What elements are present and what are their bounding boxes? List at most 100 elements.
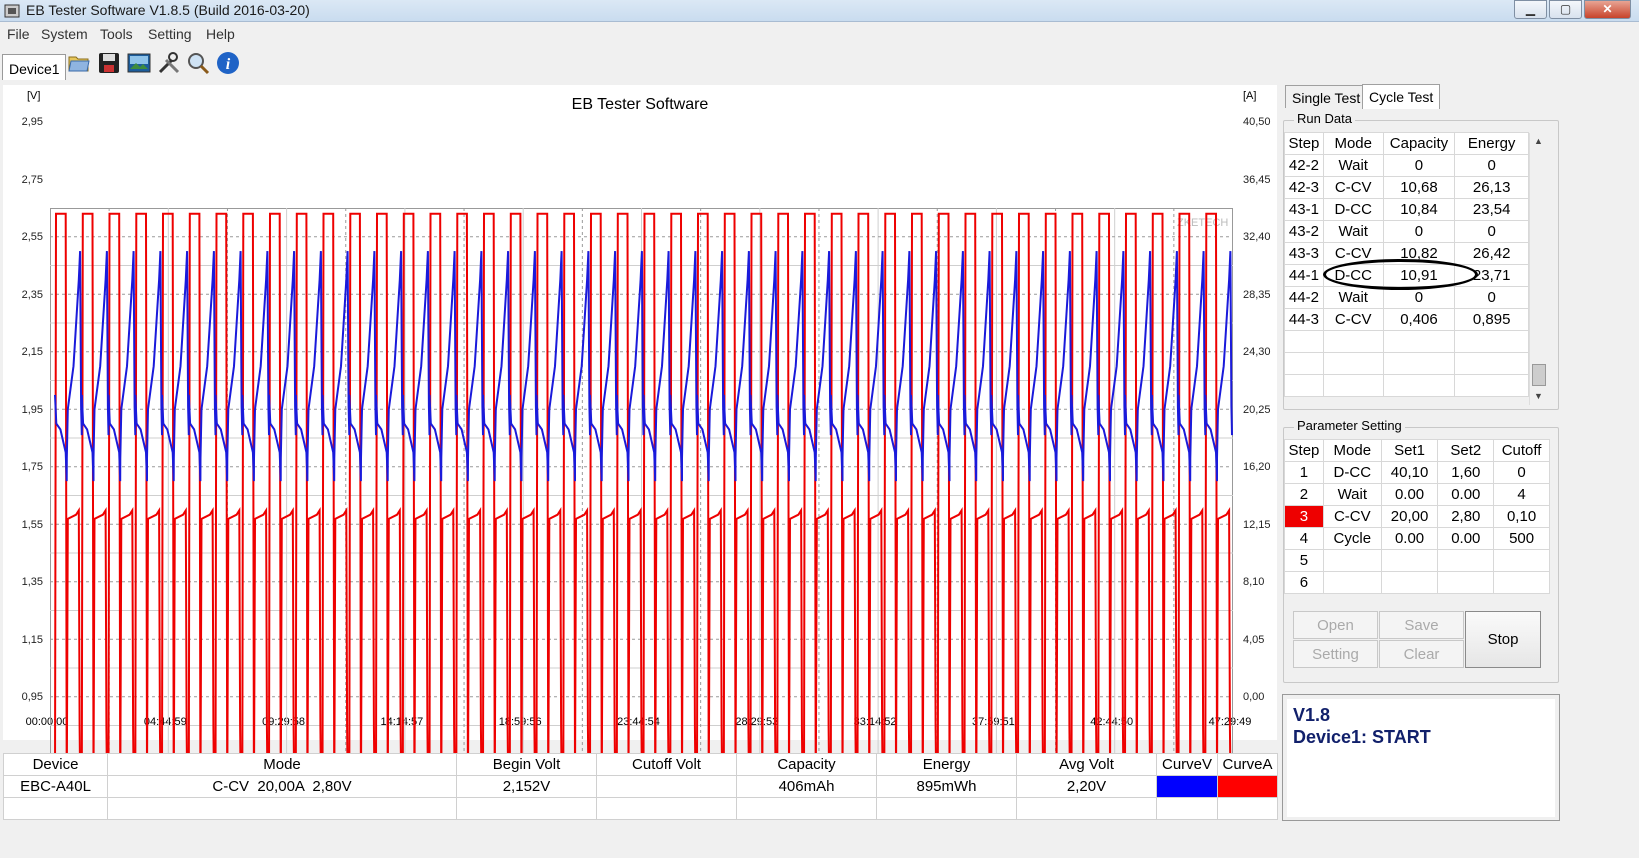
window-title: EB Tester Software V1.8.5 (Build 2016-03… [26,2,310,18]
parameter-row[interactable]: 1 D-CC 40,10 1,60 0 [1284,461,1550,484]
run-data-row[interactable]: 42-2 Wait 0 0 [1284,154,1529,177]
summary-begin-volt: 2,152V [456,775,597,798]
menu-tools[interactable]: Tools [100,26,133,42]
param-set1-cell[interactable]: 0.00 [1380,483,1439,506]
run-data-empty-row [1284,374,1529,397]
open-folder-icon[interactable] [67,51,91,75]
param-step-cell[interactable]: 3 [1284,505,1324,528]
empty-cell [1454,374,1529,397]
param-step-cell[interactable]: 6 [1284,571,1324,594]
param-cutoff-cell[interactable]: 500 [1493,527,1550,550]
param-step-cell[interactable]: 1 [1284,461,1324,484]
param-cutoff-cell[interactable]: 4 [1493,483,1550,506]
param-cutoff-cell[interactable]: 0,10 [1493,505,1550,528]
param-set1-cell[interactable] [1380,549,1439,572]
curvea-color-swatch[interactable] [1217,775,1278,798]
param-set2-cell[interactable]: 0.00 [1437,483,1495,506]
open-button[interactable]: Open [1293,611,1378,639]
param-set1-cell[interactable]: 40,10 [1380,461,1439,484]
col-step: Step [1284,439,1324,462]
summary-header-energy: Energy [876,753,1017,776]
y-right-tick-label: 0,00 [1243,691,1265,703]
run-energy-cell: 26,42 [1454,242,1529,265]
menu-file[interactable]: File [7,26,30,42]
maximize-button[interactable]: ▢ [1549,0,1582,19]
setting-button[interactable]: Setting [1293,640,1378,668]
param-mode-cell[interactable] [1322,571,1382,594]
scroll-thumb[interactable] [1532,364,1546,386]
param-set2-cell[interactable]: 1,60 [1437,461,1495,484]
toolbar: Device1 i [0,46,1639,82]
run-data-row[interactable]: 44-3 C-CV 0,406 0,895 [1284,308,1529,331]
run-mode-cell: Wait [1322,220,1384,243]
empty-cell [1382,330,1456,353]
run-energy-cell: 23,54 [1454,198,1529,221]
run-mode-cell: Wait [1322,286,1384,309]
tools-icon[interactable] [157,51,181,75]
minimize-button[interactable]: ▁ [1514,0,1547,19]
param-step-cell[interactable]: 5 [1284,549,1324,572]
title-bar: EB Tester Software V1.8.5 (Build 2016-03… [0,0,1639,22]
param-mode-cell[interactable]: D-CC [1322,461,1382,484]
status-device-state: Device1: START [1293,727,1431,747]
clear-button[interactable]: Clear [1379,640,1464,668]
save-button[interactable]: Save [1379,611,1464,639]
summary-header-avg-volt: Avg Volt [1016,753,1157,776]
plot-area[interactable] [50,208,1233,783]
svg-text:i: i [226,56,231,73]
param-mode-cell[interactable]: Wait [1322,483,1382,506]
scroll-down-icon[interactable]: ▼ [1530,388,1547,404]
tab-single-test[interactable]: Single Test [1285,85,1368,108]
param-set1-cell[interactable] [1380,571,1439,594]
menu-help[interactable]: Help [206,26,235,42]
curvev-color-swatch[interactable] [1156,775,1218,798]
param-cutoff-cell[interactable] [1493,571,1550,594]
param-mode-cell[interactable] [1322,549,1382,572]
param-set1-cell[interactable]: 0.00 [1380,527,1439,550]
summary-header-curvev: CurveV [1156,753,1218,776]
parameter-row[interactable]: 5 [1284,549,1550,572]
run-energy-cell: 0,895 [1454,308,1529,331]
parameter-table[interactable]: Step Mode Set1 Set2 Cutoff 1 D-CC 40,10 1,6… [1284,439,1550,594]
run-capacity-cell: 10,84 [1382,198,1456,221]
device-tab[interactable]: Device1 [2,54,66,80]
info-icon[interactable]: i [216,51,240,75]
empty-cell [1454,352,1529,375]
param-set1-cell[interactable]: 20,00 [1380,505,1439,528]
chart-title: EB Tester Software [571,96,709,113]
param-mode-cell[interactable]: C-CV [1322,505,1382,528]
run-energy-cell: 0 [1454,220,1529,243]
scroll-up-icon[interactable]: ▲ [1530,133,1547,149]
param-set2-cell[interactable]: 2,80 [1437,505,1495,528]
empty-cell [1284,330,1324,353]
param-step-cell[interactable]: 2 [1284,483,1324,506]
run-data-scrollbar[interactable]: ▲ ▼ [1529,133,1547,405]
zoom-icon[interactable] [186,51,210,75]
parameter-row[interactable]: 6 [1284,571,1550,594]
menu-system[interactable]: System [41,26,88,42]
parameter-row[interactable]: 4 Cycle 0.00 0.00 500 [1284,527,1550,550]
summary-empty-cell [1217,797,1278,820]
run-data-row[interactable]: 42-3 C-CV 10,68 26,13 [1284,176,1529,199]
run-data-row[interactable]: 43-1 D-CC 10,84 23,54 [1284,198,1529,221]
param-set2-cell[interactable] [1437,571,1495,594]
param-cutoff-cell[interactable] [1493,549,1550,572]
y-right-tick-label: 4,05 [1243,633,1265,646]
parameter-row[interactable]: 3 C-CV 20,00 2,80 0,10 [1284,505,1550,528]
param-set2-cell[interactable] [1437,549,1495,572]
close-button[interactable]: ✕ [1584,0,1631,19]
col-step: Step [1284,132,1324,155]
run-data-row[interactable]: 43-2 Wait 0 0 [1284,220,1529,243]
param-cutoff-cell[interactable]: 0 [1493,461,1550,484]
y-right-tick-label: 24,30 [1243,346,1271,358]
image-icon[interactable] [127,51,151,75]
parameter-row[interactable]: 2 Wait 0.00 0.00 4 [1284,483,1550,506]
tab-cycle-test[interactable]: Cycle Test [1362,84,1441,109]
stop-button[interactable]: Stop [1465,611,1541,668]
param-mode-cell[interactable]: Cycle [1322,527,1382,550]
menu-setting[interactable]: Setting [148,26,192,42]
param-step-cell[interactable]: 4 [1284,527,1324,550]
save-disk-icon[interactable] [97,51,121,75]
y-right-tick-label: 20,25 [1243,403,1271,416]
param-set2-cell[interactable]: 0.00 [1437,527,1495,550]
